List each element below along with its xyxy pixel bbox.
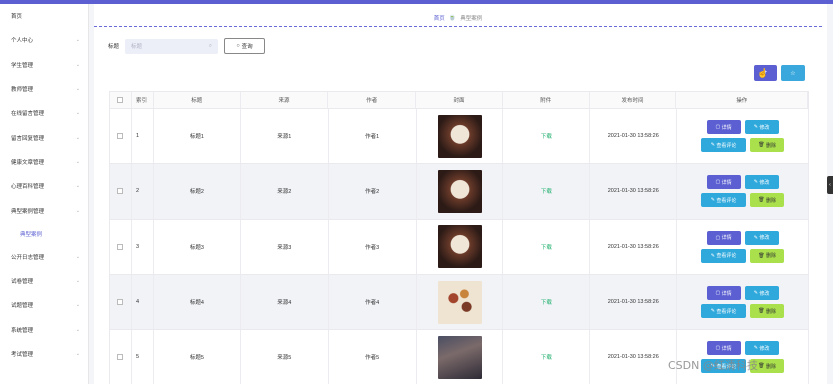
header-file: 附件 (503, 92, 590, 108)
table-row: 4 标题4 来源4 作者4 下载 2021-01-30 13:58:26 ▢ 详… (109, 274, 809, 331)
sidebar-item-cases[interactable]: 典型案例 (0, 223, 88, 245)
view-comments-button[interactable]: ✎ 查看评论 (701, 248, 747, 263)
cover-image (437, 225, 482, 269)
breadcrumb-current: 典型案例 (460, 15, 483, 22)
trash-icon: 🗑 (758, 308, 766, 315)
chevron-down-icon: ⌄ (75, 134, 80, 141)
header-author: 作者 (328, 92, 417, 108)
chevron-down-icon: ⌄ (75, 278, 80, 285)
sidebar-item-system[interactable]: 系统管理 ⌄ (0, 318, 88, 342)
main-panel: 首页 🍵 典型案例 标题 标题 ⌕ ○ 查询 + ☝ ☆ 索引 标题 来源 作者… (94, 4, 827, 384)
search-icon: ⌕ (208, 42, 213, 49)
row-checkbox[interactable] (110, 274, 132, 330)
table-row: 3 标题3 来源3 作者3 下载 2021-01-30 13:58:26 ▢ 详… (109, 219, 809, 275)
chevron-down-icon: ⌄ (75, 61, 80, 68)
header-actions: 操作 (676, 92, 809, 108)
cover-image (437, 114, 482, 158)
sidebar-item-home[interactable]: 首页 (0, 4, 88, 28)
view-comments-button[interactable]: ✎ 查看评论 (701, 138, 747, 153)
detail-button[interactable]: ▢ 详情 (706, 120, 741, 135)
chevron-down-icon: ⌄ (75, 253, 80, 260)
chevron-down-icon: ⌄ (75, 326, 80, 333)
header-cover: 封面 (416, 92, 503, 108)
download-link[interactable]: 下载 (541, 243, 552, 251)
sidebar-item-profile[interactable]: 个人中心 ⌄ (0, 28, 88, 52)
edit-button[interactable]: ✎ 修改 (744, 230, 779, 245)
sidebar-item-exams[interactable]: 考试管理 ⌄ (0, 342, 88, 366)
breadcrumb: 首页 🍵 典型案例 (94, 9, 822, 27)
header-source: 来源 (241, 92, 329, 108)
row-checkbox[interactable] (110, 109, 132, 164)
cup-icon: 🍵 (448, 15, 457, 21)
breadcrumb-home[interactable]: 首页 (434, 14, 445, 22)
table-row: 1 标题1 来源1 作者1 下载 2021-01-30 13:58:26 ▢ 详… (109, 109, 809, 165)
download-link[interactable]: 下载 (541, 353, 552, 361)
trash-icon: 🗑 (758, 197, 766, 204)
trash-icon: 🗑 (758, 142, 766, 149)
detail-button[interactable]: ▢ 详情 (706, 230, 741, 245)
download-link[interactable]: 下载 (541, 132, 552, 140)
sidebar-item-questions[interactable]: 试题管理 ⌄ (0, 293, 88, 317)
view-comments-button[interactable]: ✎ 查看评论 (701, 304, 747, 319)
header-title: 标题 (154, 92, 241, 108)
delete-button[interactable]: 🗑 删除 (750, 193, 785, 208)
download-link[interactable]: 下载 (541, 298, 552, 306)
batch-delete-button[interactable]: ☆ (781, 65, 805, 81)
edit-button[interactable]: ✎ 修改 (744, 341, 779, 356)
watermark: CSDN @红清科技 (668, 359, 758, 372)
sidebar: 首页 个人中心 ⌄ 学生管理 ⌄ 教师管理 ⌄ 在线留言管理 ⌄ 留言回复管理 ⌄ 健康文… (0, 4, 89, 384)
trash-icon: 🗑 (758, 363, 766, 370)
chevron-down-icon: ⌄ (75, 110, 80, 117)
sidebar-item-papers[interactable]: 试卷管理 ⌄ (0, 269, 88, 293)
chevron-down-icon: ⌄ (75, 207, 80, 214)
chevron-down-icon: ⌄ (75, 37, 80, 44)
sidebar-item-replies[interactable]: 留言回复管理 ⌄ (0, 125, 88, 149)
row-checkbox[interactable] (110, 164, 132, 219)
detail-button[interactable]: ▢ 详情 (706, 286, 741, 301)
chevron-left-icon: ‹ (829, 182, 831, 188)
sidebar-item-teachers[interactable]: 教师管理 ⌄ (0, 77, 88, 101)
sidebar-item-logs[interactable]: 公开日志管理 ⌄ (0, 245, 88, 269)
mouse-pointer-icon: ☝ (757, 68, 769, 78)
sidebar-item-encyclopedia[interactable]: 心理百科管理 ⌄ (0, 174, 88, 198)
delete-button[interactable]: 🗑 删除 (750, 248, 785, 263)
chevron-down-icon: ⌄ (75, 183, 80, 190)
detail-button[interactable]: ▢ 详情 (706, 341, 741, 356)
detail-button[interactable]: ▢ 详情 (706, 175, 741, 190)
chevron-down-icon: ⌄ (75, 351, 80, 357)
chevron-down-icon: ⌄ (75, 158, 80, 165)
delete-button[interactable]: 🗑 删除 (750, 304, 785, 319)
side-drawer-handle[interactable]: ‹ (827, 176, 833, 194)
chevron-down-icon: ⌄ (75, 302, 80, 309)
sidebar-item-articles[interactable]: 健康文章管理 ⌄ (0, 150, 88, 174)
download-link[interactable]: 下载 (541, 187, 552, 195)
cover-image (437, 335, 482, 379)
search-bar: 标题 标题 ⌕ ○ 查询 (108, 38, 266, 54)
edit-button[interactable]: ✎ 修改 (744, 175, 779, 190)
cover-image (437, 169, 482, 213)
sidebar-item-cases-group[interactable]: 典型案例管理 ⌄ (0, 198, 88, 222)
chevron-down-icon: ⌄ (75, 86, 80, 93)
select-all-checkbox[interactable] (110, 92, 132, 108)
cover-image (437, 280, 482, 324)
search-input[interactable]: 标题 ⌕ (125, 38, 219, 54)
row-checkbox[interactable] (110, 330, 132, 384)
cases-table: 索引 标题 来源 作者 封面 附件 发布时间 操作 1 标题1 来源1 作者1 … (109, 91, 809, 384)
search-icon: ○ (236, 43, 240, 49)
search-label: 标题 (108, 44, 120, 50)
table-header: 索引 标题 来源 作者 封面 附件 发布时间 操作 (109, 91, 809, 109)
delete-button[interactable]: 🗑 删除 (750, 138, 785, 153)
sidebar-item-students[interactable]: 学生管理 ⌄ (0, 53, 88, 77)
view-comments-button[interactable]: ✎ 查看评论 (701, 193, 747, 208)
header-index: 索引 (132, 92, 154, 108)
trash-icon: 🗑 (758, 252, 766, 259)
header-time: 发布时间 (590, 92, 677, 108)
edit-button[interactable]: ✎ 修改 (744, 120, 779, 135)
sidebar-item-messages[interactable]: 在线留言管理 ⌄ (0, 101, 88, 125)
row-checkbox[interactable] (110, 219, 132, 274)
edit-button[interactable]: ✎ 修改 (744, 286, 779, 301)
table-row: 2 标题2 来源2 作者2 下载 2021-01-30 13:58:26 ▢ 详… (109, 164, 809, 220)
search-button[interactable]: ○ 查询 (224, 38, 266, 54)
